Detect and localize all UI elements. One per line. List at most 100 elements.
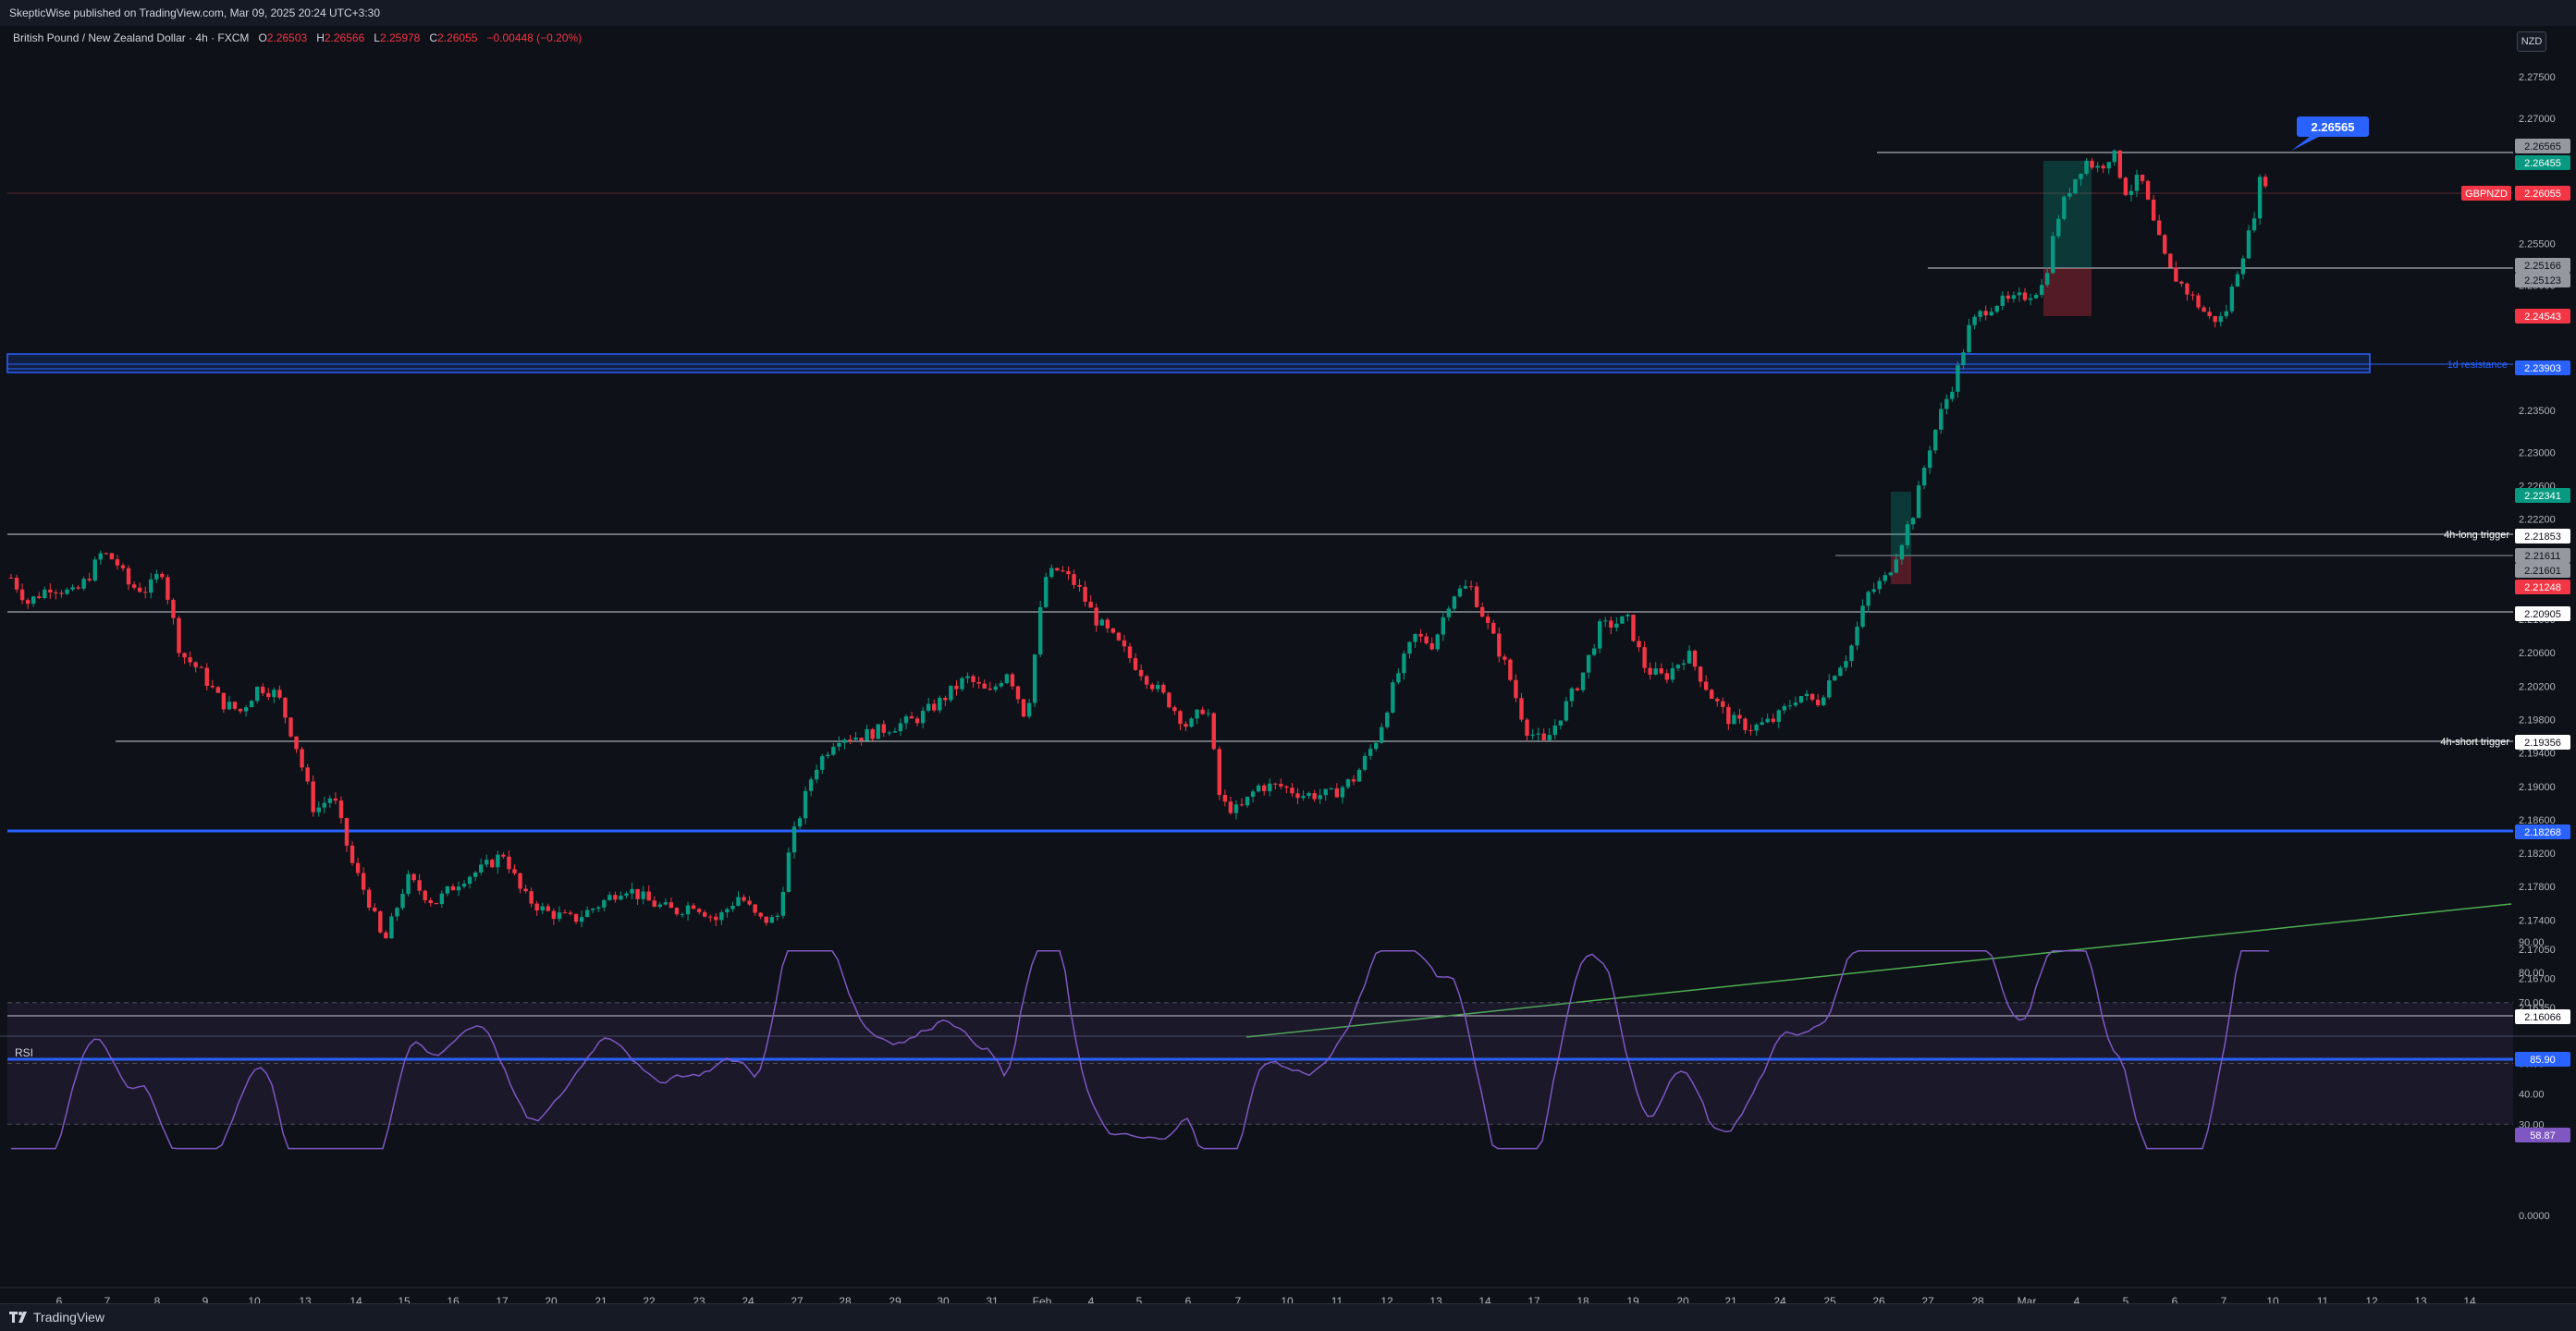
candle-body xyxy=(98,553,103,560)
candle-body xyxy=(1642,647,1647,668)
candle-body xyxy=(591,909,595,910)
change-value: −0.00448 (−0.20%) xyxy=(486,31,583,44)
candle-body xyxy=(1994,305,1999,312)
candle-body xyxy=(1967,324,1971,353)
candle-body xyxy=(1614,623,1619,629)
candle-body xyxy=(1547,735,1552,740)
candle-body xyxy=(870,728,875,739)
candle-body xyxy=(887,732,892,734)
price-chart[interactable]: 2.275002.270002.265002.255002.250002.240… xyxy=(0,26,2576,1303)
candle-body xyxy=(2022,292,2028,300)
candle-body xyxy=(1737,714,1742,719)
candle-body xyxy=(842,739,847,743)
candle-body xyxy=(1329,788,1333,789)
candle-body xyxy=(1418,633,1423,637)
candle-body xyxy=(954,685,959,690)
candle-body xyxy=(1765,718,1770,723)
candle-body xyxy=(1279,784,1283,787)
price-axis-label: 2.19800 xyxy=(2519,715,2556,727)
candle-body xyxy=(1116,632,1122,641)
candle-body xyxy=(960,678,964,690)
time-axis-label: 18 xyxy=(1576,1295,1589,1303)
currency-button[interactable]: NZD xyxy=(2517,31,2546,52)
candle-body xyxy=(126,568,131,585)
rsi-axis-label: 90.00 xyxy=(2519,937,2545,948)
candle-body xyxy=(367,889,372,908)
candle-body xyxy=(227,702,232,710)
price-axis-label: 2.27000 xyxy=(2519,114,2556,125)
candle-body xyxy=(1776,710,1781,723)
candle-body xyxy=(37,596,42,599)
candle-body xyxy=(1804,693,1809,697)
candle-body xyxy=(350,845,355,863)
breakout-stop-zone xyxy=(1891,556,1911,584)
candle-body xyxy=(2163,235,2167,254)
rsi-current-badge-text: 58.87 xyxy=(2530,1130,2556,1142)
price-badge-text: 2.22341 xyxy=(2524,491,2561,502)
time-axis-label: 27 xyxy=(791,1295,803,1303)
candle-body xyxy=(1927,450,1932,469)
time-axis-label: 4 xyxy=(2074,1295,2080,1303)
price-badge-text: 2.21611 xyxy=(2525,551,2561,562)
candle-body xyxy=(641,891,645,899)
candle-body xyxy=(803,790,808,819)
candle-body xyxy=(2028,298,2033,300)
publisher-bar: SkepticWise published on TradingView.com… xyxy=(0,0,2576,27)
candle-body xyxy=(949,685,953,701)
candle-body xyxy=(417,880,422,891)
candle-body xyxy=(1591,648,1597,655)
candle-body xyxy=(993,686,998,690)
price-axis-label: 2.20600 xyxy=(2519,648,2556,659)
candle-body xyxy=(2056,218,2061,237)
price-badge-text: 2.20905 xyxy=(2524,609,2561,620)
candle-body xyxy=(769,917,774,923)
candle-body xyxy=(1396,673,1401,683)
candle-body xyxy=(131,584,137,588)
candle-body xyxy=(926,703,931,711)
candle-body xyxy=(1094,607,1098,626)
candle-body xyxy=(630,888,634,894)
time-axis-label: 12 xyxy=(1380,1295,1393,1303)
time-axis-label: 10 xyxy=(1281,1295,1294,1303)
candle-body xyxy=(1391,682,1395,713)
candle-body xyxy=(1122,640,1127,647)
candle-body xyxy=(1083,586,1087,602)
resistance-annotation: 1d resistance xyxy=(2447,360,2508,371)
candle-body xyxy=(1675,665,1681,669)
candle-body xyxy=(808,779,814,791)
candle-body xyxy=(1603,620,1608,622)
candle-body xyxy=(1860,605,1865,628)
candle-body xyxy=(1525,719,1529,736)
candle-body xyxy=(406,873,411,895)
candle-body xyxy=(1172,707,1177,712)
candle-body xyxy=(573,913,579,922)
candle-body xyxy=(1637,641,1641,648)
candle-body xyxy=(1345,779,1351,788)
candle-body xyxy=(1178,711,1183,725)
candle-body xyxy=(171,599,176,618)
candle-body xyxy=(775,915,780,918)
candle-body xyxy=(1508,659,1513,680)
candle-body xyxy=(87,579,92,580)
candle-body xyxy=(920,710,926,724)
candle-body xyxy=(696,909,702,912)
candle-body xyxy=(1032,654,1037,703)
price-axis-label: 2.19000 xyxy=(2519,782,2556,793)
candle-body xyxy=(137,587,142,592)
candle-body xyxy=(1944,398,1949,409)
time-axis-label: 5 xyxy=(1136,1295,1143,1303)
candle-body xyxy=(730,905,735,910)
candle-body xyxy=(881,724,886,733)
candle-body xyxy=(2062,196,2067,219)
candle-body xyxy=(2067,193,2072,197)
candle-body xyxy=(703,911,707,917)
candle-body xyxy=(1268,783,1272,792)
candle-body xyxy=(568,912,573,914)
price-axis-label: 2.23500 xyxy=(2519,406,2556,417)
candle-body xyxy=(753,904,757,913)
candle-body xyxy=(1933,429,1938,451)
candle-body xyxy=(1435,634,1440,650)
candle-body xyxy=(221,692,227,710)
candle-body xyxy=(708,916,713,918)
candle-body xyxy=(909,716,914,719)
